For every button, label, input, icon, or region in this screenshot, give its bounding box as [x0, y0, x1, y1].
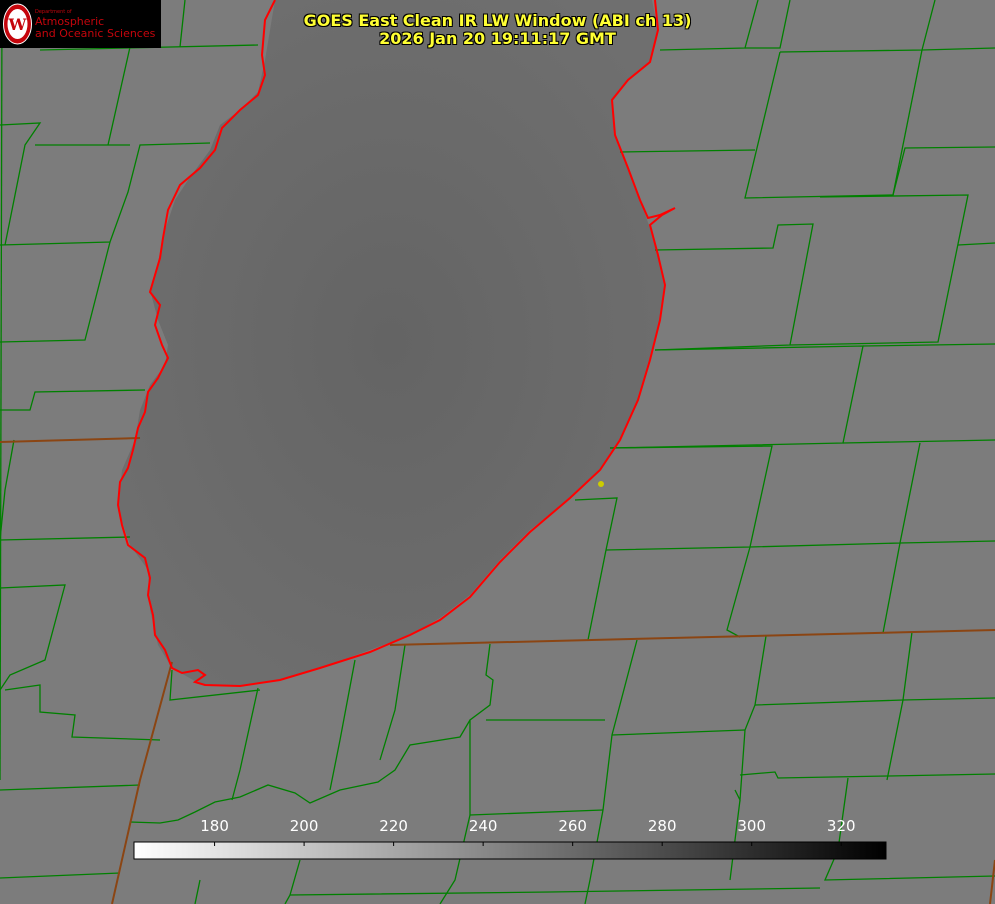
- colorbar-tick-label: 180: [200, 817, 229, 835]
- location-marker: [598, 481, 604, 487]
- colorbar-gradient: [133, 841, 887, 860]
- colorbar-tick-label: 300: [737, 817, 766, 835]
- colorbar-tick-label: 260: [558, 817, 587, 835]
- image-title: GOES East Clean IR LW Window (ABI ch 13): [303, 11, 692, 30]
- image-timestamp: 2026 Jan 20 19:11:17 GMT: [379, 29, 616, 48]
- colorbar-tick-label: 320: [827, 817, 856, 835]
- colorbar-tick-label: 220: [379, 817, 408, 835]
- satellite-map: 180 200 220 240 260 280 300 320: [0, 0, 995, 904]
- satellite-image-viewer: 180 200 220 240 260 280 300 320 W Department of…: [0, 0, 995, 904]
- colorbar-tick-label: 280: [648, 817, 677, 835]
- colorbar-tick-label: 200: [290, 817, 319, 835]
- colorbar-tick-label: 240: [469, 817, 498, 835]
